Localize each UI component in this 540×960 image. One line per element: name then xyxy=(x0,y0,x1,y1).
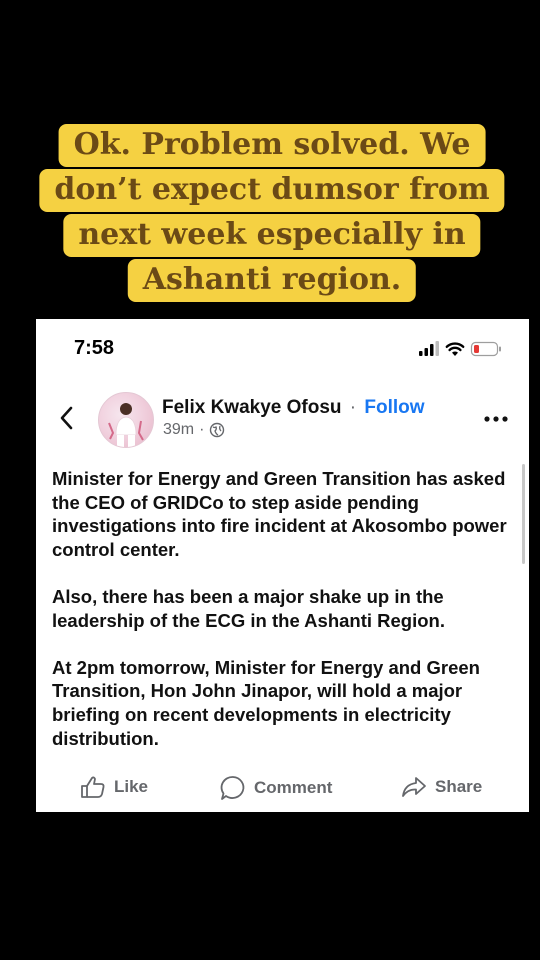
post-paragraph: At 2pm tomorrow, Minister for Energy and… xyxy=(52,656,480,749)
post-meta: 39m · xyxy=(163,421,225,439)
meta-separator: · xyxy=(199,421,205,438)
comment-label: Comment xyxy=(254,778,333,797)
caption-line: Ashanti region. xyxy=(127,259,417,302)
profile-photo-icon xyxy=(108,403,144,447)
signal-icon xyxy=(419,341,439,356)
post-paragraph: Also, there has been a major shake up in… xyxy=(52,585,445,631)
comment-bubble-icon xyxy=(220,776,245,800)
caption-line: don’t expect dumsor from xyxy=(39,169,505,212)
comment-button[interactable]: Comment xyxy=(220,775,332,801)
caption-line: next week especially in xyxy=(63,214,481,257)
post-paragraph: Minister for Energy and Green Transition… xyxy=(52,468,507,560)
globe-icon xyxy=(210,422,225,438)
share-arrow-icon xyxy=(402,777,426,797)
author-name[interactable]: Felix Kwakye Ofosu xyxy=(162,397,342,418)
post-actions: Like Comment Share xyxy=(36,771,529,807)
caption-line: Ok. Problem solved. We xyxy=(58,124,486,167)
status-time: 7:58 xyxy=(74,337,115,359)
author-row: Felix Kwakye Ofosu · Follow xyxy=(162,397,425,419)
battery-icon xyxy=(470,341,501,357)
like-label: Like xyxy=(114,777,149,796)
status-icons xyxy=(419,341,501,357)
post-body: Minister for Energy and Green Transition… xyxy=(52,467,517,774)
thumbs-up-icon xyxy=(81,776,105,798)
post-time[interactable]: 39m xyxy=(163,421,194,439)
caption-overlay: Ok. Problem solved. We don’t expect dums… xyxy=(39,124,505,302)
more-options-icon[interactable] xyxy=(483,415,509,423)
back-arrow-icon[interactable] xyxy=(56,403,78,433)
name-separator: · xyxy=(349,397,357,418)
share-label: Share xyxy=(435,777,483,796)
scrollbar[interactable] xyxy=(522,464,525,564)
follow-button[interactable]: Follow xyxy=(364,397,424,418)
like-button[interactable]: Like xyxy=(80,775,148,799)
avatar[interactable] xyxy=(98,392,154,448)
wifi-icon xyxy=(445,342,465,356)
facebook-post-screenshot: 7:58 Felix Kwakye Ofosu · Follow 39m · M… xyxy=(36,319,529,812)
share-button[interactable]: Share xyxy=(401,775,482,799)
